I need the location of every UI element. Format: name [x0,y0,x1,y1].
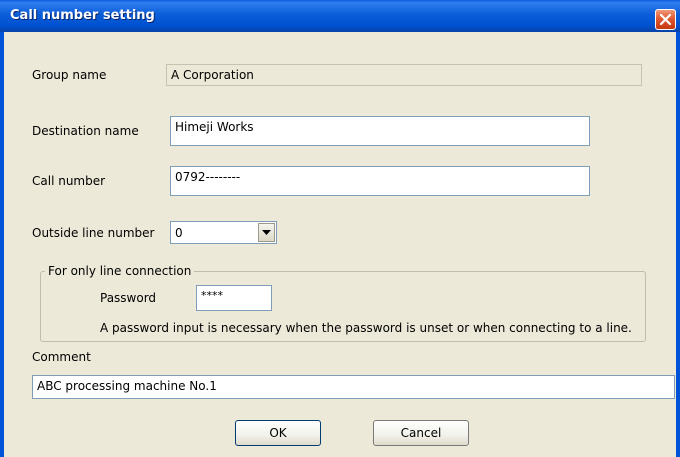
destination-name-input[interactable]: Himeji Works [170,116,590,146]
outside-line-label: Outside line number [32,226,155,240]
outside-line-value: 0 [175,226,183,240]
comment-input[interactable]: ABC processing machine No.1 [32,375,675,399]
group-name-label: Group name [32,68,107,82]
destination-name-label: Destination name [32,124,139,138]
chevron-down-icon [262,230,271,235]
line-connection-legend: For only line connection [45,264,195,278]
outside-line-select[interactable]: 0 [170,221,277,244]
title-bar: Call number setting [0,0,680,32]
close-button[interactable] [655,9,676,30]
call-number-label: Call number [32,174,106,188]
password-note: A password input is necessary when the p… [100,321,632,335]
window-border-left [0,32,4,457]
close-icon [660,14,671,25]
call-number-input[interactable]: 0792-------- [170,166,590,196]
dropdown-button[interactable] [258,223,275,242]
comment-label: Comment [32,350,91,364]
window-title: Call number setting [10,8,155,23]
cancel-button[interactable]: Cancel [373,420,469,446]
ok-button[interactable]: OK [235,420,321,446]
window-border-right [676,32,680,457]
group-name-field: A Corporation [166,64,642,86]
password-input[interactable]: **** [196,285,272,311]
password-label: Password [100,291,157,305]
